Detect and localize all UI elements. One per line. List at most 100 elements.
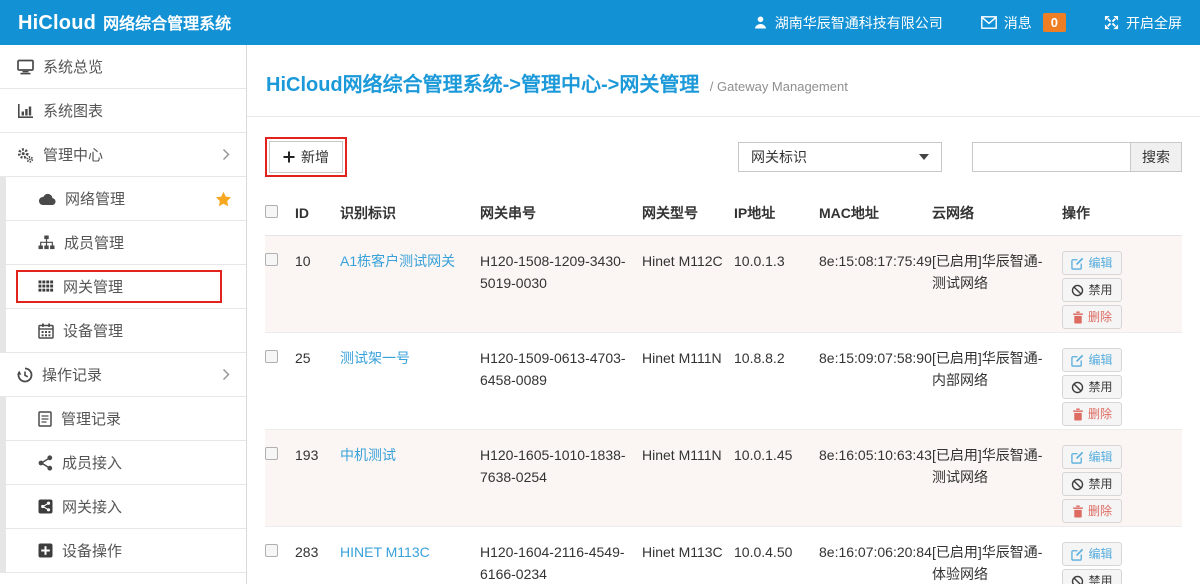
cell-ip: 10.0.1.3 <box>734 236 819 333</box>
sidebar-item-label: 设备操作 <box>62 540 122 561</box>
history-icon <box>17 367 33 383</box>
messages-menu[interactable]: 消息 0 <box>981 13 1066 33</box>
edit-button[interactable]: 编辑 <box>1062 445 1122 469</box>
edit-icon <box>1071 354 1084 367</box>
delete-button[interactable]: 删除 <box>1062 402 1122 426</box>
cell-serial: H120-1604-2116-4549-6166-0234 <box>480 527 642 584</box>
gateway-name-link[interactable]: A1栋客户测试网关 <box>340 253 455 269</box>
sidebar-item-label: 网关管理 <box>63 276 123 297</box>
cell-model: Hinet M112C <box>642 236 734 333</box>
row-checkbox[interactable] <box>265 447 278 460</box>
sidebar-item-gateway-management[interactable]: 网关管理 <box>6 265 246 309</box>
header-mac: MAC地址 <box>819 193 932 236</box>
add-button-label: 新增 <box>301 147 329 167</box>
management-center-submenu: 网络管理 成员管理 <box>0 177 246 353</box>
sidebar-item-network-management[interactable]: 网络管理 <box>6 177 246 221</box>
search-input[interactable] <box>972 142 1130 172</box>
disable-button[interactable]: 禁用 <box>1062 472 1122 496</box>
cell-serial: H120-1509-0613-4703-6458-0089 <box>480 333 642 430</box>
search-button[interactable]: 搜索 <box>1130 142 1182 172</box>
header-serial: 网关串号 <box>480 193 642 236</box>
cell-ip: 10.0.1.45 <box>734 430 819 527</box>
delete-button[interactable]: 删除 <box>1062 305 1122 329</box>
breadcrumb: HiCloud网络综合管理系统->管理中心->网关管理 / Gateway Ma… <box>247 45 1200 117</box>
disable-button[interactable]: 禁用 <box>1062 375 1122 399</box>
grid-icon <box>38 280 54 293</box>
delete-button[interactable]: 删除 <box>1062 499 1122 523</box>
sidebar-item-device-management[interactable]: 设备管理 <box>6 309 246 353</box>
edit-icon <box>1071 257 1084 270</box>
sidebar-item-operation-logs[interactable]: 操作记录 <box>0 353 246 397</box>
cell-mac: 8e:15:09:07:58:90 <box>819 333 932 430</box>
add-button[interactable]: 新增 <box>269 141 343 173</box>
table-row: 193 中机测试 H120-1605-1010-1838-7638-0254 H… <box>265 430 1182 527</box>
row-checkbox[interactable] <box>265 544 278 557</box>
disable-label: 禁用 <box>1088 281 1112 300</box>
cell-network: [已启用]华辰智通-测试网络 <box>932 430 1062 527</box>
header-id: ID <box>295 193 340 236</box>
sidebar-item-label: 系统总览 <box>43 56 103 77</box>
edit-label: 编辑 <box>1088 351 1112 370</box>
edit-button[interactable]: 编辑 <box>1062 251 1122 275</box>
gateway-name-link[interactable]: 中机测试 <box>340 447 396 463</box>
filter-dropdown[interactable]: 网关标识 <box>738 142 942 172</box>
sidebar-item-member-access[interactable]: 成员接入 <box>6 441 246 485</box>
chevron-right-icon <box>222 368 230 381</box>
disable-label: 禁用 <box>1088 475 1112 494</box>
edit-label: 编辑 <box>1088 448 1112 467</box>
operation-logs-submenu: 管理记录 成员接入 网关接入 设备操作 <box>0 397 246 573</box>
header-model: 网关型号 <box>642 193 734 236</box>
page-title: HiCloud网络综合管理系统->管理中心->网关管理 <box>266 74 699 96</box>
edit-icon <box>1071 451 1084 464</box>
sidebar-item-gateway-access[interactable]: 网关接入 <box>6 485 246 529</box>
app-logo: HiCloud 网络综合管理系统 <box>18 10 231 35</box>
disable-button[interactable]: 禁用 <box>1062 278 1122 302</box>
cell-network: [已启用]华辰智通-内部网络 <box>932 333 1062 430</box>
star-icon[interactable] <box>215 191 232 207</box>
trash-icon <box>1072 505 1084 518</box>
table-row: 283 HINET M113C H120-1604-2116-4549-6166… <box>265 527 1182 584</box>
delete-label: 删除 <box>1088 502 1112 521</box>
row-checkbox[interactable] <box>265 350 278 363</box>
edit-button[interactable]: 编辑 <box>1062 542 1122 566</box>
company-menu[interactable]: 湖南华辰智通科技有限公司 <box>753 13 943 33</box>
company-name: 湖南华辰智通科技有限公司 <box>775 13 943 33</box>
gateway-name-link[interactable]: 测试架一号 <box>340 350 410 366</box>
disable-button[interactable]: 禁用 <box>1062 569 1122 584</box>
sidebar-item-member-management[interactable]: 成员管理 <box>6 221 246 265</box>
sidebar-item-label: 成员管理 <box>64 232 124 253</box>
sidebar-item-management-center[interactable]: 管理中心 <box>0 133 246 177</box>
gateway-table: ID 识别标识 网关串号 网关型号 IP地址 MAC地址 云网络 操作 10 A… <box>265 193 1182 584</box>
bar-chart-icon <box>17 103 34 119</box>
cell-model: Hinet M111N <box>642 333 734 430</box>
cell-mac: 8e:15:08:17:75:49 <box>819 236 932 333</box>
table-row: 10 A1栋客户测试网关 H120-1508-1209-3430-5019-00… <box>265 236 1182 333</box>
cell-mac: 8e:16:07:06:20:84 <box>819 527 932 584</box>
cell-network: [已启用]华辰智通-体验网络 <box>932 527 1062 584</box>
cell-model: Hinet M111N <box>642 430 734 527</box>
sidebar-item-device-operations[interactable]: 设备操作 <box>6 529 246 573</box>
sidebar-item-label: 管理记录 <box>61 408 121 429</box>
cloud-icon <box>38 192 56 206</box>
sidebar-item-label: 管理中心 <box>43 144 103 165</box>
header-network: 云网络 <box>932 193 1062 236</box>
edit-button[interactable]: 编辑 <box>1062 348 1122 372</box>
sidebar-item-system-overview[interactable]: 系统总览 <box>0 45 246 89</box>
brand-name: HiCloud <box>18 12 96 35</box>
fullscreen-label: 开启全屏 <box>1126 13 1182 33</box>
fullscreen-button[interactable]: 开启全屏 <box>1104 13 1182 33</box>
table-header-row: ID 识别标识 网关串号 网关型号 IP地址 MAC地址 云网络 操作 <box>265 193 1182 236</box>
sidebar-item-system-charts[interactable]: 系统图表 <box>0 89 246 133</box>
select-all-checkbox[interactable] <box>265 205 278 218</box>
trash-icon <box>1072 408 1084 421</box>
disable-label: 禁用 <box>1088 378 1112 397</box>
share-square-icon <box>38 499 53 514</box>
caret-down-icon <box>919 154 929 160</box>
calendar-icon <box>38 323 54 339</box>
gateway-name-link[interactable]: HINET M113C <box>340 544 430 560</box>
annotation-highlight-box: 新增 <box>265 137 347 177</box>
user-icon <box>753 15 768 30</box>
sidebar-item-management-logs[interactable]: 管理记录 <box>6 397 246 441</box>
row-checkbox[interactable] <box>265 253 278 266</box>
filter-selected-value: 网关标识 <box>751 147 807 167</box>
